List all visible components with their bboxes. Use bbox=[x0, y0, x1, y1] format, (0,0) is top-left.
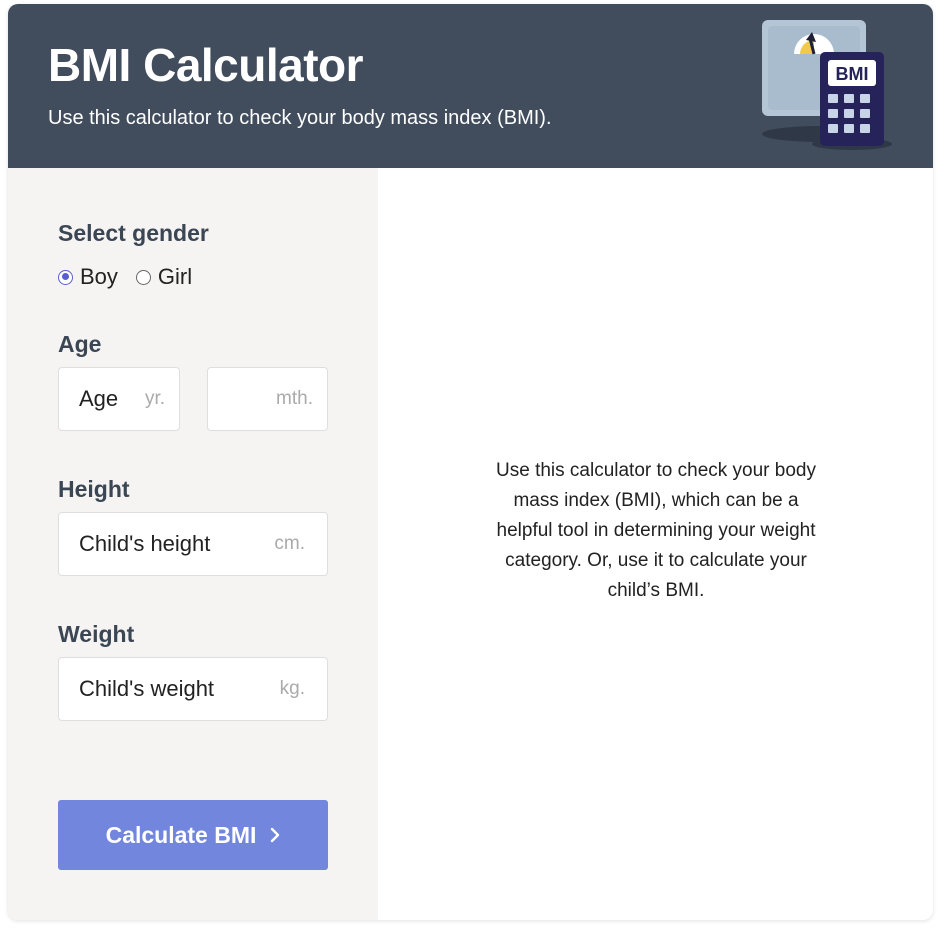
page-title: BMI Calculator bbox=[48, 39, 364, 91]
calculate-bmi-label: Calculate BMI bbox=[105, 821, 257, 848]
weight-label: Weight bbox=[58, 621, 135, 647]
weight-value: Child's weight bbox=[79, 676, 215, 701]
gender-radio-group: Boy Girl bbox=[58, 264, 210, 290]
gender-label: Select gender bbox=[58, 220, 209, 246]
age-years-unit: yr. bbox=[144, 388, 165, 409]
height-value: Child's height bbox=[79, 531, 211, 556]
height-unit: cm. bbox=[274, 533, 305, 554]
height-input[interactable]: Child's height cm. bbox=[58, 512, 328, 576]
age-years-input[interactable]: Age yr. bbox=[58, 367, 180, 431]
boy-radio-label[interactable]: Boy bbox=[80, 264, 118, 290]
bmi-calculator-card: BMI Calculator Use this calculator to ch… bbox=[8, 4, 933, 920]
bmi-scale-calculator-icon: BMI bbox=[762, 20, 892, 150]
age-years-value: Age bbox=[79, 386, 119, 411]
weight-unit: kg. bbox=[279, 678, 305, 699]
age-months-input[interactable]: mth. bbox=[207, 367, 328, 431]
info-text: Use this calculator to check your body m… bbox=[496, 460, 816, 601]
chevron-right-icon bbox=[270, 827, 280, 843]
boy-radio[interactable] bbox=[58, 269, 73, 285]
age-months-unit: mth. bbox=[276, 388, 313, 409]
calculator-screen-text: BMI bbox=[836, 64, 869, 84]
height-label: Height bbox=[58, 476, 130, 502]
header: BMI Calculator Use this calculator to ch… bbox=[8, 4, 933, 168]
age-label: Age bbox=[58, 331, 102, 357]
calculate-bmi-button[interactable]: Calculate BMI bbox=[58, 800, 328, 870]
weight-input[interactable]: Child's weight kg. bbox=[58, 657, 328, 721]
page-subtitle: Use this calculator to check your body m… bbox=[48, 107, 552, 129]
girl-radio[interactable] bbox=[135, 269, 151, 285]
girl-radio-label[interactable]: Girl bbox=[158, 264, 192, 290]
input-panel: Select gender Boy Girl Age Age yr. mth. … bbox=[8, 168, 378, 920]
